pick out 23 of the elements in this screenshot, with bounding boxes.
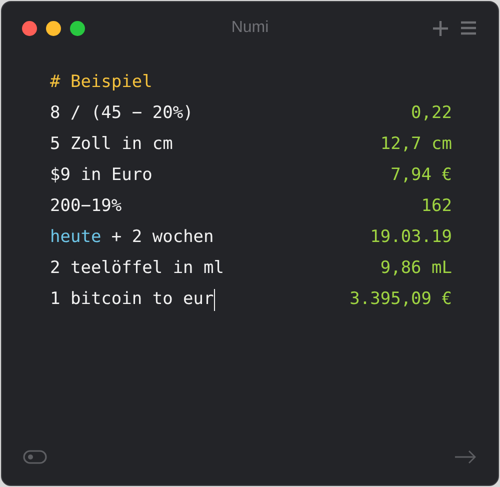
heading-text: # Beispiel [50,70,152,94]
result-text: 19.03.19 [370,226,452,249]
result-text: 162 [421,194,452,218]
expression-text: 5 Zoll in cm [50,132,173,156]
expression-text: 1 bitcoin to eur [50,288,214,311]
zoom-button[interactable] [70,20,85,36]
result-text: 0,22 [411,102,452,125]
result-text: 12,7 cm [380,132,452,156]
close-button[interactable] [22,20,37,36]
result-text: 3.395,09 € [350,288,452,311]
expression-text: heute + 2 wochen [50,226,214,249]
result-text: 9,86 mL [380,256,452,280]
expression-text: 8 / (45 − 20%) [50,102,194,125]
expression-text: $9 in Euro [50,164,152,187]
arrow-right-icon[interactable] [455,450,477,464]
expression-text: 2 teelöffel in ml [50,256,224,280]
add-icon[interactable] [433,20,448,36]
result-text: 7,94 € [390,164,452,187]
window-title: Numi [231,18,269,38]
menu-icon[interactable] [461,21,476,35]
expression-text: 200−19% [50,194,122,218]
toggle-icon[interactable] [23,450,47,464]
minimize-button[interactable] [46,20,61,36]
